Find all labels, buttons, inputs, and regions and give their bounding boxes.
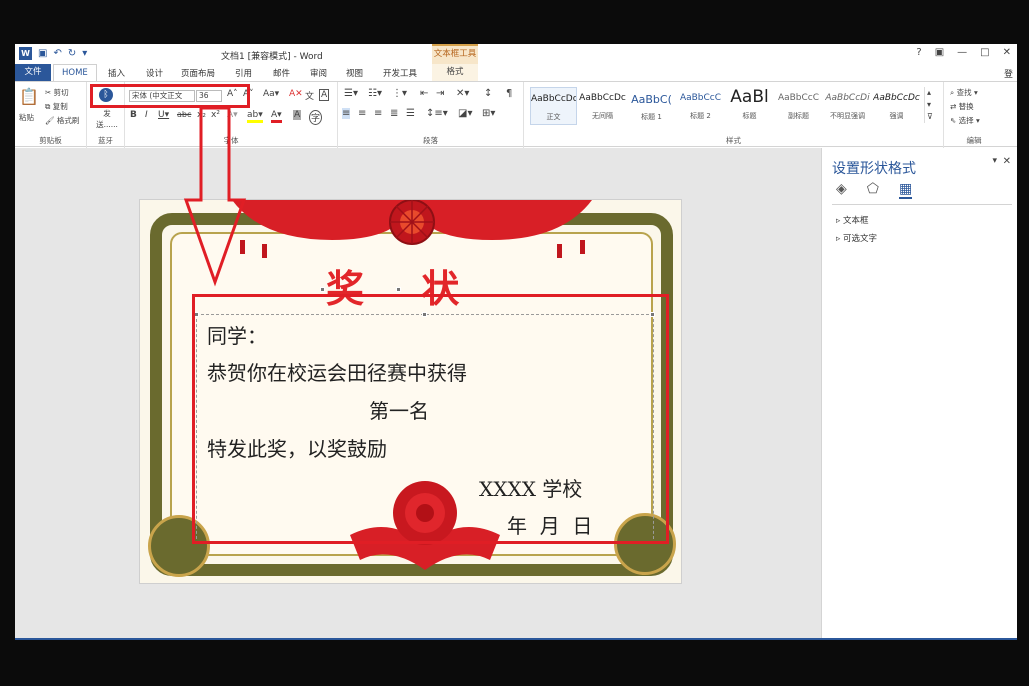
down-arrow-annotation (183, 106, 247, 287)
